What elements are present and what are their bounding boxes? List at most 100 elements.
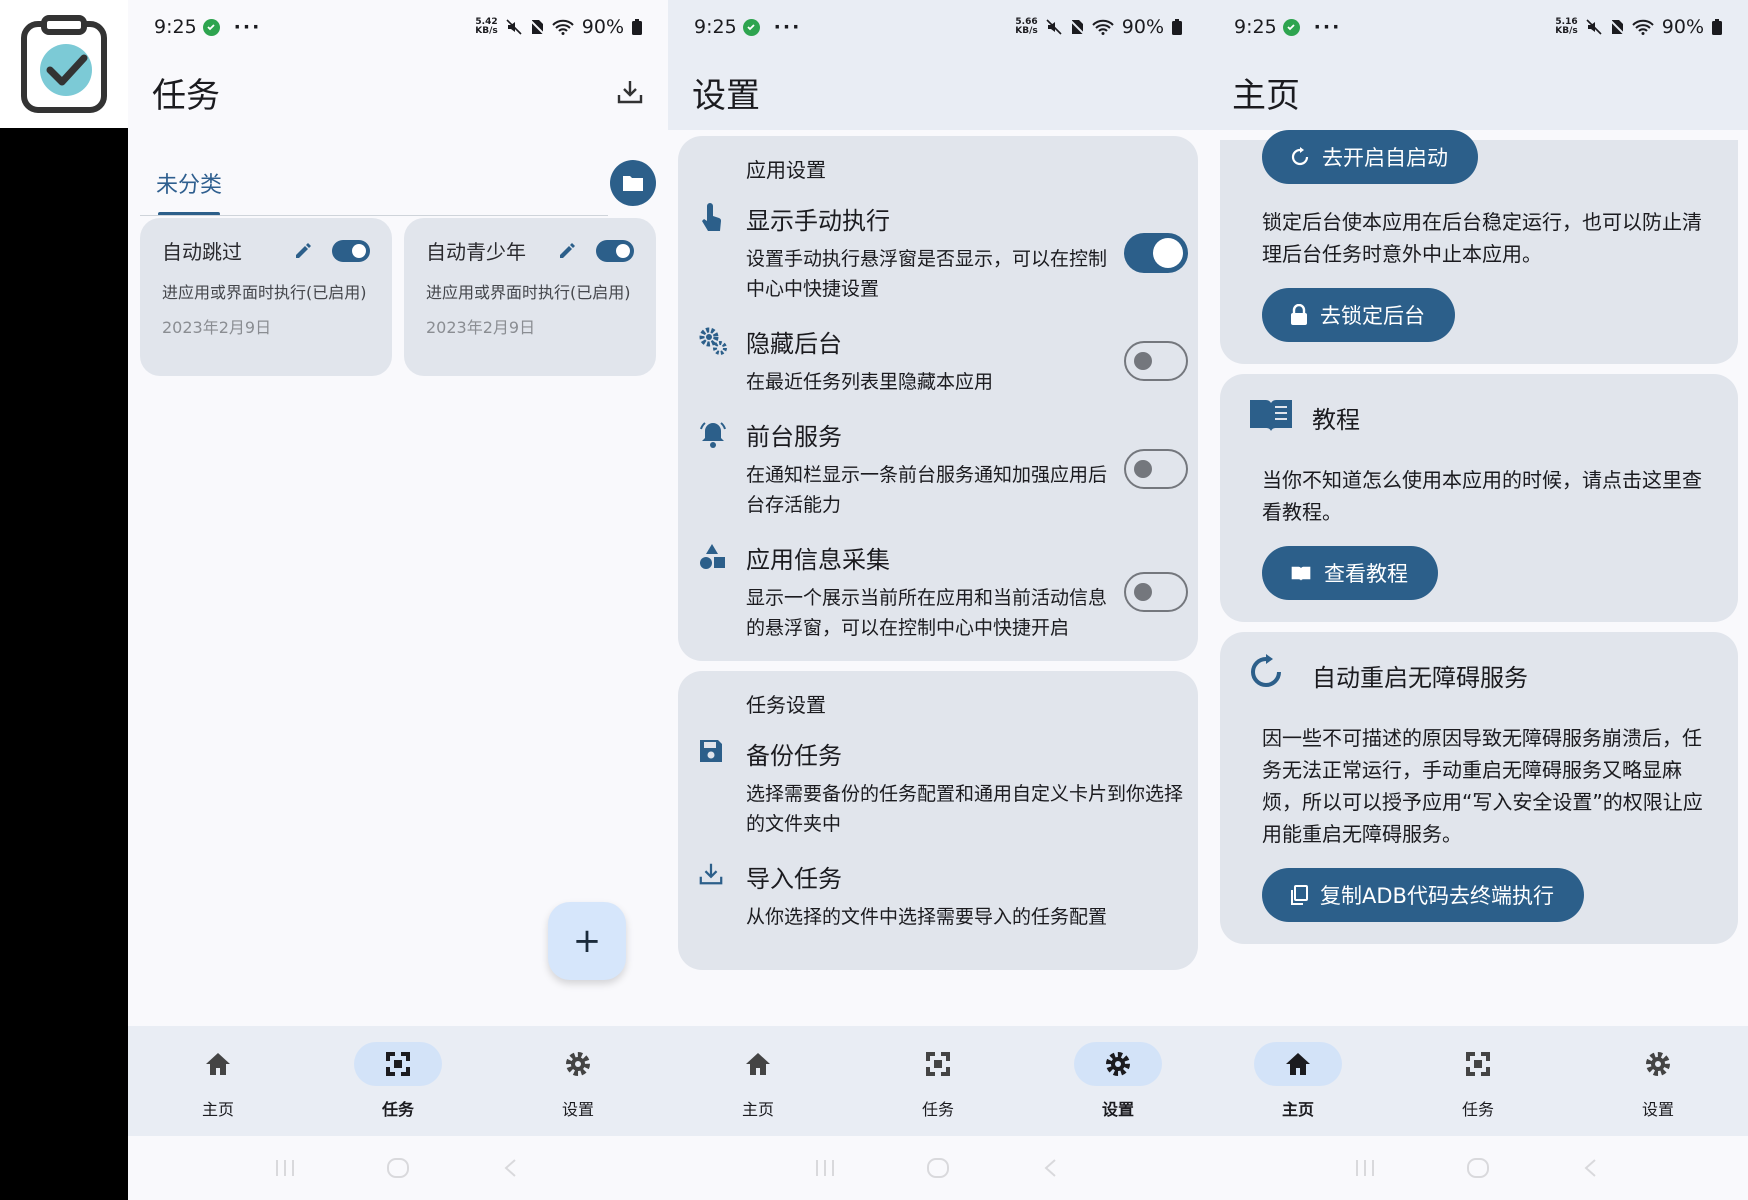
manual-exec-toggle[interactable] xyxy=(1124,232,1188,273)
foreground-service-toggle[interactable] xyxy=(1124,448,1188,489)
refresh-icon xyxy=(1291,147,1309,166)
setting-import-tasks[interactable]: 导入任务 从你选择的文件中选择需要导入的任务配置 xyxy=(698,859,1188,932)
hide-background-toggle[interactable] xyxy=(1124,340,1188,381)
download-icon[interactable] xyxy=(616,78,644,106)
nav-settings[interactable]: 设置 xyxy=(488,1026,668,1136)
home-content: 去开启自启动 锁定后台使本应用在后台稳定运行，也可以防止清理后台任务时意外中止本… xyxy=(1208,130,1748,1026)
copy-adb-button[interactable]: 复制ADB代码去终端执行 xyxy=(1262,868,1584,922)
home-button-icon[interactable] xyxy=(925,1158,951,1178)
app-settings-card: 应用设置 显示手动执行 设置手动执行悬浮窗是否显示，可以在控制中心中快捷设置 隐藏… xyxy=(678,136,1198,661)
add-task-button[interactable]: + xyxy=(548,902,626,980)
system-gesture-bar xyxy=(668,1136,1208,1200)
wifi-icon xyxy=(1632,19,1654,35)
shield-icon xyxy=(1282,18,1300,36)
recents-icon[interactable] xyxy=(1352,1158,1378,1178)
folder-button[interactable] xyxy=(610,160,656,206)
download-icon xyxy=(699,863,723,885)
nav-tasks[interactable]: 任务 xyxy=(308,1026,488,1136)
task-enable-toggle[interactable] xyxy=(332,239,370,262)
bottom-navigation: 主页 任务 设置 xyxy=(128,1026,668,1136)
battery-level: 90% xyxy=(581,16,624,38)
status-bar: 9:25 ··· 5.42 KB/s 90% xyxy=(128,0,668,54)
task-card[interactable]: 自动跳过 进应用或界面时执行(已启用) 2023年2月9日 xyxy=(140,218,392,376)
back-icon[interactable] xyxy=(1578,1158,1604,1178)
auto-restart-card: 自动重启无障碍服务 因一些不可描述的原因导致无障碍服务崩溃后，任务无法正常运行，… xyxy=(1220,632,1738,944)
tasks-icon xyxy=(386,1052,410,1076)
page-title: 设置 xyxy=(692,75,760,116)
home-button-icon[interactable] xyxy=(385,1158,411,1178)
app-logo-icon xyxy=(0,0,128,128)
autostart-button[interactable]: 去开启自启动 xyxy=(1262,130,1478,184)
home-icon xyxy=(206,1053,230,1075)
nav-home[interactable]: 主页 xyxy=(1208,1026,1388,1136)
tab-uncategorized[interactable]: 未分类 xyxy=(140,150,238,216)
task-trigger-desc: 进应用或界面时执行(已启用) xyxy=(162,283,367,302)
shield-icon xyxy=(742,18,760,36)
folder-icon xyxy=(623,176,643,191)
gear-icon xyxy=(1646,1052,1670,1076)
recents-icon[interactable] xyxy=(272,1158,298,1178)
network-speed: 5.42 KB/s xyxy=(475,17,498,36)
gear-icon xyxy=(566,1052,590,1076)
status-time: 9:25 xyxy=(154,16,197,38)
setting-app-info-collect[interactable]: 应用信息采集 显示一个展示当前所在应用和当前活动信息的悬浮窗，可以在控制中心中快捷… xyxy=(698,540,1188,643)
tutorial-title: 教程 xyxy=(1312,405,1360,434)
setting-foreground-service[interactable]: 前台服务 在通知栏显示一条前台服务通知加强应用后台存活能力 xyxy=(698,417,1188,520)
lock-icon xyxy=(1291,304,1307,325)
task-date: 2023年2月9日 xyxy=(162,318,272,337)
network-speed: 5.66 KB/s xyxy=(1015,17,1038,36)
setting-hide-background[interactable]: 隐藏后台 在最近任务列表里隐藏本应用 xyxy=(698,324,1188,397)
settings-screen: 9:25 ··· 5.66 KB/s 90% 设置 应用设置 显示手动执行 设置手动… xyxy=(668,0,1208,1200)
home-button-icon[interactable] xyxy=(1465,1158,1491,1178)
nav-home[interactable]: 主页 xyxy=(128,1026,308,1136)
task-enable-toggle[interactable] xyxy=(596,239,634,262)
mute-icon xyxy=(1046,19,1062,35)
wifi-icon xyxy=(1092,19,1114,35)
nav-settings[interactable]: 设置 xyxy=(1028,1026,1208,1136)
task-card[interactable]: 自动青少年 进应用或界面时执行(已启用) 2023年2月9日 xyxy=(404,218,656,376)
mute-icon xyxy=(506,19,522,35)
more-notifications-icon: ··· xyxy=(1313,16,1342,38)
home-screen: 9:25 ··· 5.16 KB/s 90% 主页 去开启自启动 锁定后台使本应用… xyxy=(1208,0,1748,1200)
task-date: 2023年2月9日 xyxy=(426,318,536,337)
task-name: 自动跳过 xyxy=(162,240,242,264)
status-bar: 9:25 ··· 5.66 KB/s 90% xyxy=(668,0,1208,54)
lock-description: 锁定后台使本应用在后台稳定运行，也可以防止清理后台任务时意外中止本应用。 xyxy=(1262,210,1702,266)
tutorial-description: 当你不知道怎么使用本应用的时候，请点击这里查看教程。 xyxy=(1262,468,1702,524)
book-icon xyxy=(1250,400,1292,431)
edit-icon[interactable] xyxy=(558,242,576,260)
app-info-collect-toggle[interactable] xyxy=(1124,571,1188,612)
battery-icon xyxy=(1712,19,1722,35)
restart-icon xyxy=(1251,654,1281,687)
view-tutorial-button[interactable]: 查看教程 xyxy=(1262,546,1438,600)
nav-home[interactable]: 主页 xyxy=(668,1026,848,1136)
lock-background-button[interactable]: 去锁定后台 xyxy=(1262,288,1455,342)
recents-icon[interactable] xyxy=(812,1158,838,1178)
nav-settings[interactable]: 设置 xyxy=(1568,1026,1748,1136)
page-title: 任务 xyxy=(152,75,220,116)
tasks-screen: 9:25 ··· 5.42 KB/s 90% 任务 未分类 自动跳过 进应用或界… xyxy=(128,0,668,1200)
book-icon xyxy=(1291,566,1311,581)
top-app-bar: 任务 xyxy=(128,54,668,130)
category-tab-row: 未分类 xyxy=(140,150,656,216)
setting-backup-tasks[interactable]: 备份任务 选择需要备份的任务配置和通用自定义卡片到你选择的文件夹中 xyxy=(698,736,1188,839)
top-app-bar: 设置 xyxy=(668,54,1208,130)
touch-icon xyxy=(702,203,722,231)
battery-icon xyxy=(632,19,642,35)
wifi-icon xyxy=(552,19,574,35)
shield-icon xyxy=(202,18,220,36)
back-icon[interactable] xyxy=(1038,1158,1064,1178)
network-speed: 5.16 KB/s xyxy=(1555,17,1578,36)
edit-icon[interactable] xyxy=(294,242,312,260)
setting-show-manual-exec[interactable]: 显示手动执行 设置手动执行悬浮窗是否显示，可以在控制中心中快捷设置 xyxy=(698,201,1188,304)
no-sim-icon xyxy=(1069,19,1084,35)
nav-tasks[interactable]: 任务 xyxy=(848,1026,1028,1136)
home-icon xyxy=(1286,1053,1310,1075)
save-icon xyxy=(700,740,722,762)
auto-restart-description: 因一些不可描述的原因导致无障碍服务崩溃后，任务无法正常运行，手动重启无障碍服务又… xyxy=(1262,726,1703,846)
back-icon[interactable] xyxy=(498,1158,524,1178)
nav-tasks[interactable]: 任务 xyxy=(1388,1026,1568,1136)
bottom-navigation: 主页 任务 设置 xyxy=(668,1026,1208,1136)
page-title: 主页 xyxy=(1232,75,1300,116)
tutorial-card: 教程 当你不知道怎么使用本应用的时候，请点击这里查看教程。 查看教程 xyxy=(1220,374,1738,622)
